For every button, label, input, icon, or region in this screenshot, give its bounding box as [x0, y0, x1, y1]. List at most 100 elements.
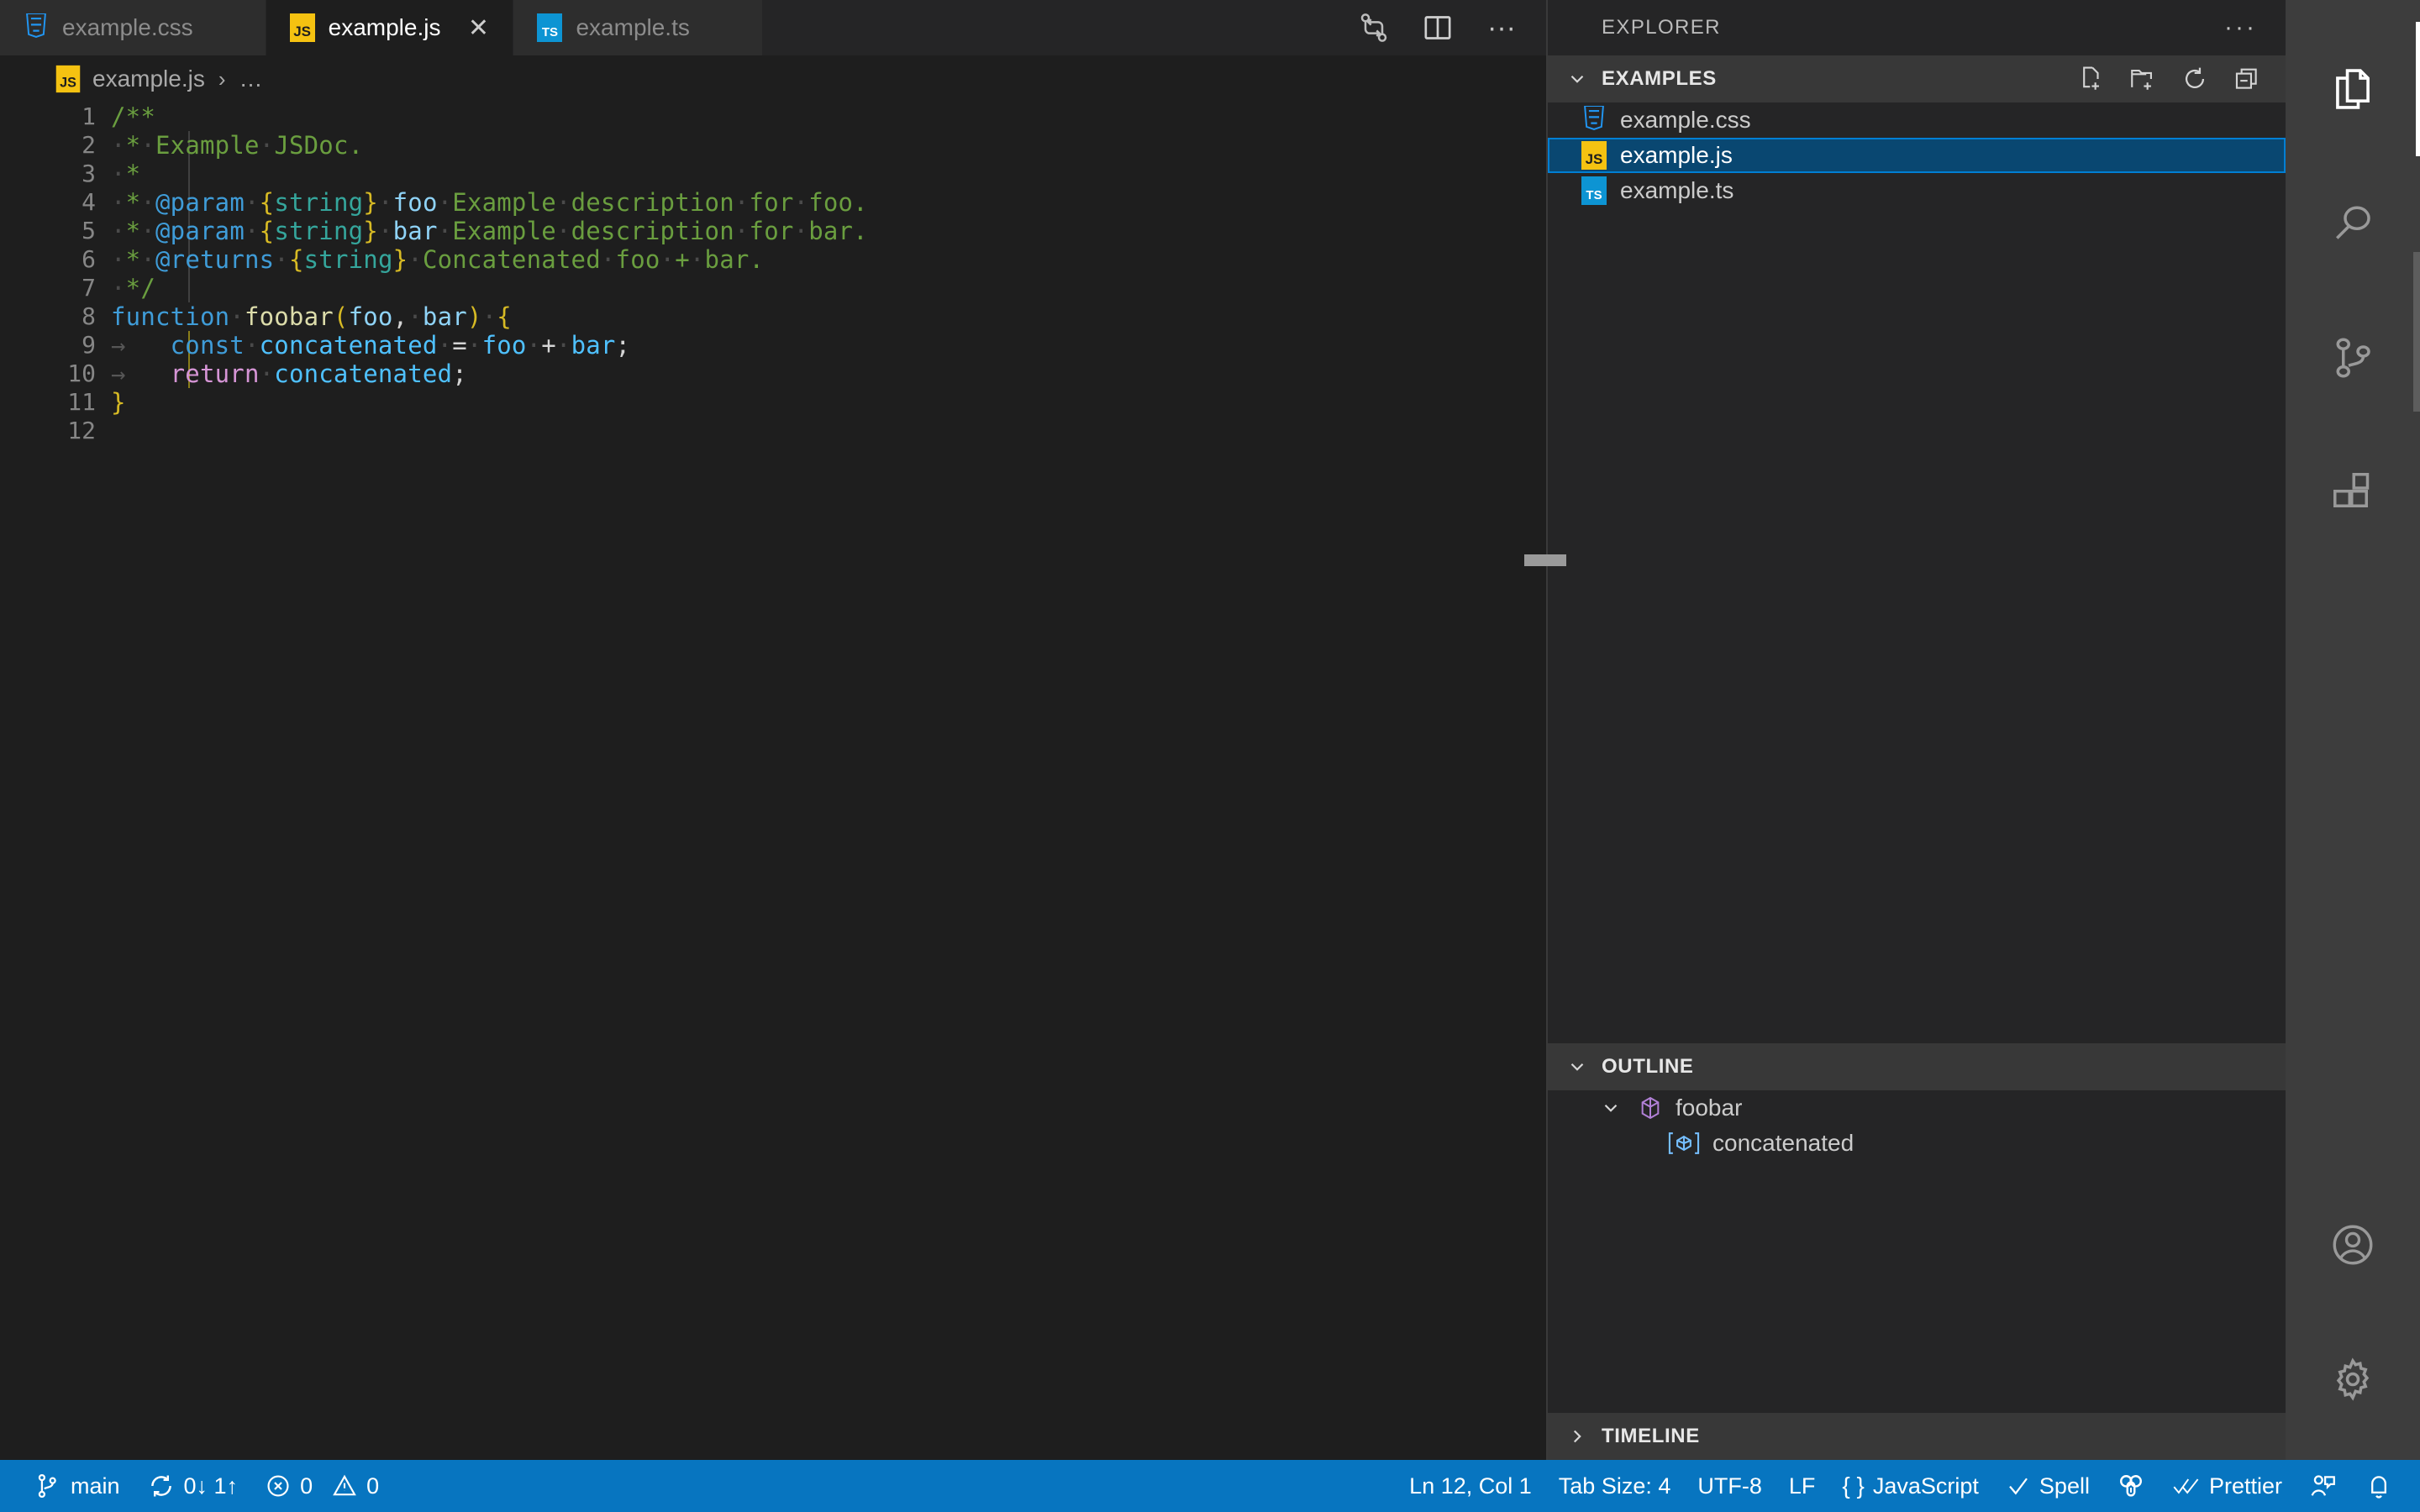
code-line[interactable]: 12 — [0, 417, 1546, 445]
status-bar: main 0↓ 1↑ 0 — [0, 1460, 2420, 1512]
js-file-icon: JS — [55, 66, 82, 92]
code-line-text: /** — [111, 102, 155, 131]
code-line[interactable]: 7·*/ — [0, 274, 1546, 302]
more-actions-icon[interactable]: ··· — [2224, 13, 2257, 42]
encoding-label: UTF-8 — [1697, 1473, 1762, 1499]
refresh-icon[interactable] — [2178, 62, 2212, 96]
code-line[interactable]: 6·*·@returns·{string}·Concatenated·foo·+… — [0, 245, 1546, 274]
cursor-position-label: Ln 12, Col 1 — [1409, 1473, 1532, 1499]
code-line[interactable]: 5·*·@param·{string}·bar·Example·descript… — [0, 217, 1546, 245]
sash-handle[interactable] — [1524, 554, 1566, 566]
code-line[interactable]: 10→ return·concatenated; — [0, 360, 1546, 388]
breadcrumb-file[interactable]: example.js — [92, 66, 205, 92]
status-spell-checker[interactable]: Spell — [1992, 1460, 2103, 1512]
status-cspell-mascot[interactable] — [2103, 1460, 2159, 1512]
explorer-file-tree[interactable]: example.css JS example.js TS example.ts — [1548, 102, 2286, 1043]
outline-item-foobar[interactable]: foobar — [1548, 1090, 2286, 1126]
eol-label: LF — [1789, 1473, 1816, 1499]
code-line-text: ·*·@param·{string}·foo·Example·descripti… — [111, 188, 868, 217]
prettier-label: Prettier — [2209, 1473, 2282, 1499]
code-token: · — [245, 331, 260, 360]
ts-file-icon: TS — [1580, 176, 1608, 205]
code-line-text: ·* — [111, 160, 140, 188]
js-file-icon: JS — [288, 13, 317, 42]
code-line[interactable]: 1/** — [0, 102, 1546, 131]
tree-item-label: example.ts — [1620, 177, 1733, 204]
code-line[interactable]: 2·*·Example·JSDoc. — [0, 131, 1546, 160]
line-number: 6 — [0, 245, 111, 274]
code-editor[interactable]: 1/**2·*·Example·JSDoc.3·*4·*·@param·{str… — [0, 102, 1546, 1460]
code-token: * — [126, 160, 141, 188]
code-token: · — [794, 188, 809, 217]
code-token: } — [111, 388, 126, 417]
collapse-all-icon[interactable] — [2230, 62, 2264, 96]
activitybar-item-account[interactable] — [2286, 1178, 2420, 1312]
activitybar-item-explorer[interactable] — [2286, 22, 2420, 156]
outline-item-label: concatenated — [1712, 1130, 1854, 1157]
run-or-compare-icon[interactable] — [1355, 8, 1393, 47]
code-token: JSDoc. — [274, 131, 363, 160]
tab-example-css[interactable]: example.css — [0, 0, 266, 55]
section-header-timeline[interactable]: TIMELINE — [1548, 1413, 2286, 1460]
tree: example.css JS example.js TS example.ts — [1548, 102, 2286, 208]
code-token: @returns — [155, 245, 274, 274]
chevron-right-icon[interactable] — [1563, 1422, 1591, 1451]
new-folder-icon[interactable] — [2126, 62, 2160, 96]
status-cursor-position[interactable]: Ln 12, Col 1 — [1396, 1460, 1545, 1512]
sidebar-sash[interactable] — [1546, 0, 1548, 1460]
code-line[interactable]: 3·* — [0, 160, 1546, 188]
new-file-icon[interactable] — [2074, 62, 2107, 96]
status-problems[interactable]: 0 0 — [251, 1460, 392, 1512]
status-prettier[interactable]: Prettier — [2159, 1460, 2296, 1512]
code-line[interactable]: 8function·foobar(foo,·bar)·{ — [0, 302, 1546, 331]
code-token: foobar — [245, 302, 334, 331]
chevron-down-icon[interactable] — [1597, 1094, 1625, 1122]
activitybar-item-settings[interactable] — [2286, 1312, 2420, 1446]
code-token: · — [245, 217, 260, 245]
section-header-outline[interactable]: OUTLINE — [1548, 1043, 2286, 1090]
line-number: 4 — [0, 188, 111, 217]
status-eol[interactable]: LF — [1776, 1460, 1829, 1512]
code-token: · — [408, 245, 423, 274]
code-token: · — [556, 331, 571, 360]
code-token: · — [111, 217, 126, 245]
tree-item-example-css[interactable]: example.css — [1548, 102, 2286, 138]
outline-tree[interactable]: foobar concatenated — [1548, 1090, 2286, 1413]
chevron-right-icon: › — [215, 66, 229, 92]
activitybar-scrollbar[interactable] — [2413, 252, 2420, 412]
code-token: { — [289, 245, 304, 274]
status-language-mode[interactable]: { } JavaScript — [1828, 1460, 1992, 1512]
more-actions-icon[interactable]: ··· — [1482, 8, 1521, 47]
section-header-examples[interactable]: EXAMPLES — [1548, 55, 2286, 102]
code-line[interactable]: 9→ const·concatenated·=·foo·+·bar; — [0, 331, 1546, 360]
status-encoding[interactable]: UTF-8 — [1684, 1460, 1776, 1512]
tree-item-example-ts[interactable]: TS example.ts — [1548, 173, 2286, 208]
code-token: · — [408, 302, 423, 331]
live-share-icon — [2309, 1472, 2338, 1500]
status-sync[interactable]: 0↓ 1↑ — [134, 1460, 252, 1512]
status-live-share[interactable] — [2296, 1460, 2351, 1512]
status-notifications[interactable] — [2351, 1460, 2407, 1512]
status-tab-size[interactable]: Tab Size: 4 — [1545, 1460, 1685, 1512]
breadcrumb: JS example.js › … — [0, 55, 1546, 102]
activitybar-item-source-control[interactable] — [2286, 291, 2420, 425]
breadcrumb-more[interactable]: … — [239, 66, 264, 92]
tab-example-js[interactable]: JS example.js ✕ — [266, 0, 514, 55]
tree-item-example-js[interactable]: JS example.js — [1548, 138, 2286, 173]
code-line[interactable]: 11} — [0, 388, 1546, 417]
split-editor-icon[interactable] — [1418, 8, 1457, 47]
activitybar-item-extensions[interactable] — [2286, 425, 2420, 559]
tab-example-ts[interactable]: TS example.ts — [513, 0, 762, 55]
chevron-down-icon[interactable] — [1563, 65, 1591, 93]
code-token: bar — [393, 217, 438, 245]
close-icon[interactable]: ✕ — [462, 12, 494, 44]
code-token: · — [140, 131, 155, 160]
activitybar-item-search[interactable] — [2286, 156, 2420, 291]
bell-icon — [2365, 1472, 2393, 1500]
code-line[interactable]: 4·*·@param·{string}·foo·Example·descript… — [0, 188, 1546, 217]
outline-item-concatenated[interactable]: concatenated — [1548, 1126, 2286, 1161]
status-branch[interactable]: main — [20, 1460, 134, 1512]
sidebar-title: EXPLORER ··· — [1548, 0, 2286, 55]
code-token: string — [274, 188, 363, 217]
chevron-down-icon[interactable] — [1563, 1053, 1591, 1081]
